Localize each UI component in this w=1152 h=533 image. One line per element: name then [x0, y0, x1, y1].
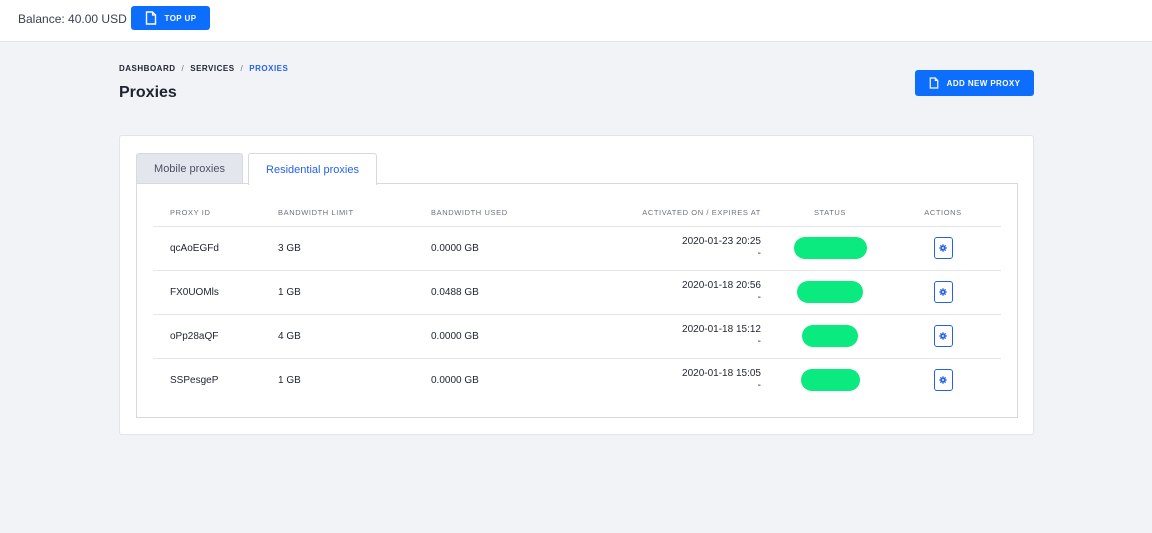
proxy-id: FX0UOMls — [153, 270, 261, 315]
settings-button[interactable] — [933, 369, 953, 392]
actions-cell — [885, 314, 1001, 359]
table-row: SSPesgeP 1 GB 0.0000 GB 2020-01-18 15:05… — [153, 358, 1001, 402]
document-icon — [145, 11, 156, 25]
page-title: Proxies — [119, 84, 177, 101]
gear-icon — [939, 332, 947, 340]
activated-expires: 2020-01-18 20:56 - — [564, 270, 775, 315]
status-badge — [797, 281, 863, 303]
activated-expires: 2020-01-23 20:25 - — [564, 226, 775, 271]
residential-proxies-panel: PROXY ID BANDWIDTH LIMIT BANDWIDTH USED … — [136, 183, 1018, 418]
expires-at: - — [757, 292, 761, 303]
settings-button[interactable] — [933, 237, 953, 259]
actions-cell — [885, 270, 1001, 315]
bandwidth-used: 0.0000 GB — [414, 226, 564, 271]
activated-on: 2020-01-18 20:56 — [682, 280, 761, 291]
bandwidth-limit: 3 GB — [261, 226, 414, 271]
expires-at: - — [757, 336, 761, 347]
proxies-card: Mobile proxies Residential proxies PROXY… — [119, 135, 1034, 435]
proxy-id: SSPesgeP — [170, 374, 219, 386]
status-cell — [775, 226, 885, 271]
breadcrumb-separator: / — [181, 64, 185, 73]
tab-mobile-proxies[interactable]: Mobile proxies — [136, 153, 243, 184]
settings-button[interactable] — [933, 325, 953, 347]
header-activated-expires: ACTIVATED ON / EXPIRES AT — [564, 200, 775, 227]
actions-cell — [885, 358, 1001, 402]
bandwidth-limit: 1 GB — [278, 374, 301, 386]
status-cell — [775, 270, 885, 315]
status-cell — [775, 358, 885, 402]
table-row: oPp28aQF 4 GB 0.0000 GB 2020-01-18 15:12… — [153, 314, 1001, 359]
proxies-table: PROXY ID BANDWIDTH LIMIT BANDWIDTH USED … — [153, 200, 1001, 402]
balance-text: Balance: 40.00 USD — [18, 12, 127, 26]
header-status: STATUS — [775, 200, 885, 227]
bandwidth-used: 0.0000 GB — [431, 374, 479, 386]
actions-cell — [885, 226, 1001, 271]
bandwidth-used: 0.0488 GB — [414, 270, 564, 315]
breadcrumb-separator: / — [240, 64, 244, 73]
breadcrumb-proxies: PROXIES — [249, 64, 289, 73]
activated-expires: 2020-01-18 15:12 - — [564, 314, 775, 359]
document-icon — [929, 77, 939, 89]
settings-button[interactable] — [933, 281, 953, 303]
header-bandwidth-used: BANDWIDTH USED — [414, 200, 564, 227]
breadcrumb-dashboard[interactable]: DASHBOARD — [119, 64, 176, 73]
status-badge — [793, 237, 867, 259]
header-actions: ACTIONS — [885, 200, 1001, 227]
breadcrumb: DASHBOARD / SERVICES / PROXIES — [119, 64, 288, 73]
proxy-id: oPp28aQF — [153, 314, 261, 359]
activated-on: 2020-01-23 20:25 — [682, 236, 761, 247]
proxy-id: qcAoEGFd — [153, 226, 261, 271]
tab-residential-proxies[interactable]: Residential proxies — [248, 153, 377, 185]
bandwidth-limit: 4 GB — [261, 314, 414, 359]
status-badge — [802, 325, 858, 347]
table-row: qcAoEGFd 3 GB 0.0000 GB 2020-01-23 20:25… — [153, 226, 1001, 271]
status-badge — [800, 369, 860, 392]
add-new-proxy-label: ADD NEW PROXY — [946, 78, 1021, 88]
table-header-row: PROXY ID BANDWIDTH LIMIT BANDWIDTH USED … — [153, 200, 1001, 227]
top-up-button[interactable]: TOP UP — [131, 6, 210, 30]
activated-expires: 2020-01-18 15:05 - — [564, 358, 775, 402]
table-row: FX0UOMls 1 GB 0.0488 GB 2020-01-18 20:56… — [153, 270, 1001, 315]
header-proxy-id: PROXY ID — [153, 200, 261, 227]
top-up-label: TOP UP — [164, 13, 197, 23]
gear-icon — [939, 376, 947, 385]
activated-on: 2020-01-18 15:12 — [682, 324, 761, 335]
bandwidth-used: 0.0000 GB — [414, 314, 564, 359]
gear-icon — [939, 244, 947, 252]
bandwidth-limit: 1 GB — [261, 270, 414, 315]
activated-on: 2020-01-18 15:05 — [682, 368, 761, 380]
top-bar: Balance: 40.00 USD TOP UP — [0, 0, 1152, 42]
header-bandwidth-limit: BANDWIDTH LIMIT — [261, 200, 414, 227]
expires-at: - — [757, 380, 761, 392]
add-new-proxy-button[interactable]: ADD NEW PROXY — [915, 70, 1034, 96]
breadcrumb-services[interactable]: SERVICES — [190, 64, 234, 73]
status-cell — [775, 314, 885, 359]
gear-icon — [939, 288, 947, 296]
expires-at: - — [757, 248, 761, 259]
